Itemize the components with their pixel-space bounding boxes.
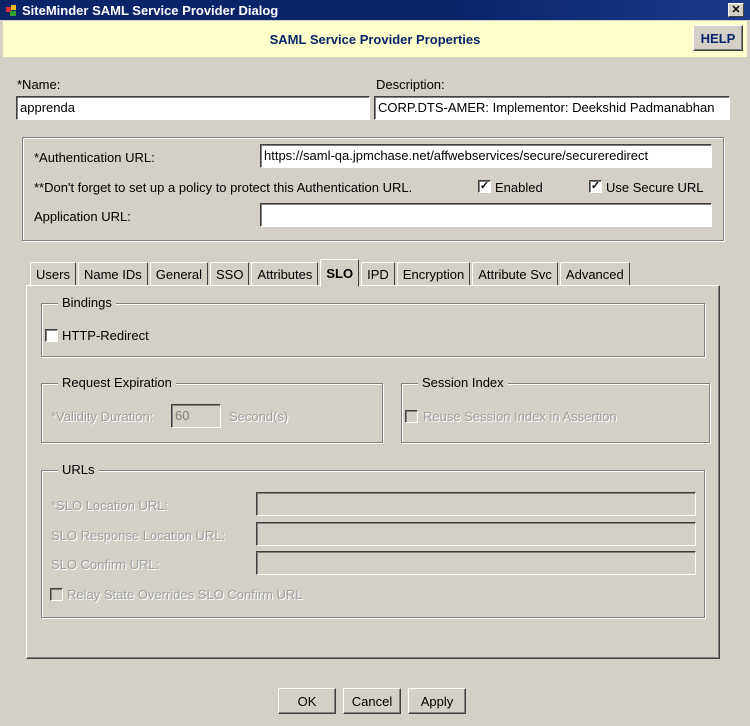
validity-duration-field[interactable]: 60 <box>171 404 221 428</box>
http-redirect-checkbox[interactable] <box>45 329 58 342</box>
http-redirect-label: HTTP-Redirect <box>62 328 149 343</box>
use-secure-url-label: Use Secure URL <box>606 180 704 195</box>
close-button[interactable]: ✕ <box>728 3 744 17</box>
auth-url-field[interactable]: https://saml-qa.jpmchase.net/affwebservi… <box>260 144 712 168</box>
slo-location-url-field[interactable] <box>256 492 696 516</box>
tab-sso[interactable]: SSO <box>210 262 250 286</box>
tab-attributes[interactable]: Attributes <box>251 262 319 286</box>
auth-url-label: *Authentication URL: <box>34 150 155 165</box>
tab-slo[interactable]: SLO <box>320 259 360 287</box>
request-expiration-title: Request Expiration <box>58 375 176 390</box>
slo-confirm-url-label: SLO Confirm URL: <box>51 557 160 572</box>
slo-response-location-url-field[interactable] <box>256 522 696 546</box>
description-field[interactable]: CORP.DTS-AMER: Implementor: Deekshid Pad… <box>374 96 730 120</box>
help-button[interactable]: HELP <box>693 25 743 51</box>
apply-button[interactable]: Apply <box>408 688 466 714</box>
tab-name-ids[interactable]: Name IDs <box>77 262 148 286</box>
application-url-label: Application URL: <box>34 209 131 224</box>
bindings-title: Bindings <box>58 295 116 310</box>
slo-confirm-url-field[interactable] <box>256 551 696 575</box>
siteminder-app-icon <box>4 3 18 17</box>
tab-users[interactable]: Users <box>30 262 76 286</box>
ok-button[interactable]: OK <box>278 688 336 714</box>
window-title-bar[interactable]: SiteMinder SAML Service Provider Dialog … <box>0 0 750 20</box>
close-icon: ✕ <box>731 4 741 16</box>
dialog-header: SAML Service Provider Properties HELP <box>3 21 747 57</box>
relay-state-checkbox[interactable] <box>50 588 63 601</box>
name-field[interactable]: apprenda <box>16 96 370 120</box>
validity-duration-label: *Validity Duration: <box>51 409 154 424</box>
tab-ipd[interactable]: IPD <box>361 262 395 286</box>
session-index-title: Session Index <box>418 375 508 390</box>
urls-title: URLs <box>58 462 99 477</box>
application-url-field[interactable] <box>260 203 712 227</box>
enabled-checkbox[interactable]: ✓ <box>478 180 491 193</box>
relay-state-label: Relay State Overrides SLO Confirm URL <box>67 587 303 602</box>
validity-unit-label: Second(s) <box>229 409 289 424</box>
enabled-label: Enabled <box>495 180 543 195</box>
cancel-button[interactable]: Cancel <box>343 688 401 714</box>
tab-general[interactable]: General <box>149 262 208 286</box>
policy-note: **Don't forget to set up a policy to pro… <box>34 180 413 195</box>
check-mark-icon: ✓ <box>479 180 490 192</box>
tab-strip: Users Name IDs General SSO Attributes SL… <box>30 259 632 287</box>
use-secure-url-checkbox[interactable]: ✓ <box>589 180 602 193</box>
description-label: Description: <box>376 77 445 92</box>
check-mark-icon: ✓ <box>590 180 601 192</box>
slo-response-location-url-label: SLO Response Location URL: <box>51 528 226 543</box>
name-label: *Name: <box>17 77 61 92</box>
window-title: SiteMinder SAML Service Provider Dialog <box>22 2 279 18</box>
tab-attribute-svc[interactable]: Attribute Svc <box>472 262 558 286</box>
reuse-session-index-checkbox[interactable] <box>405 410 418 423</box>
reuse-session-index-label: Reuse Session Index in Assertion <box>423 409 617 424</box>
tab-encryption[interactable]: Encryption <box>396 262 471 286</box>
slo-location-url-label: *SLO Location URL: <box>51 498 169 513</box>
dialog-heading: SAML Service Provider Properties <box>269 31 481 47</box>
tab-advanced[interactable]: Advanced <box>559 262 630 286</box>
